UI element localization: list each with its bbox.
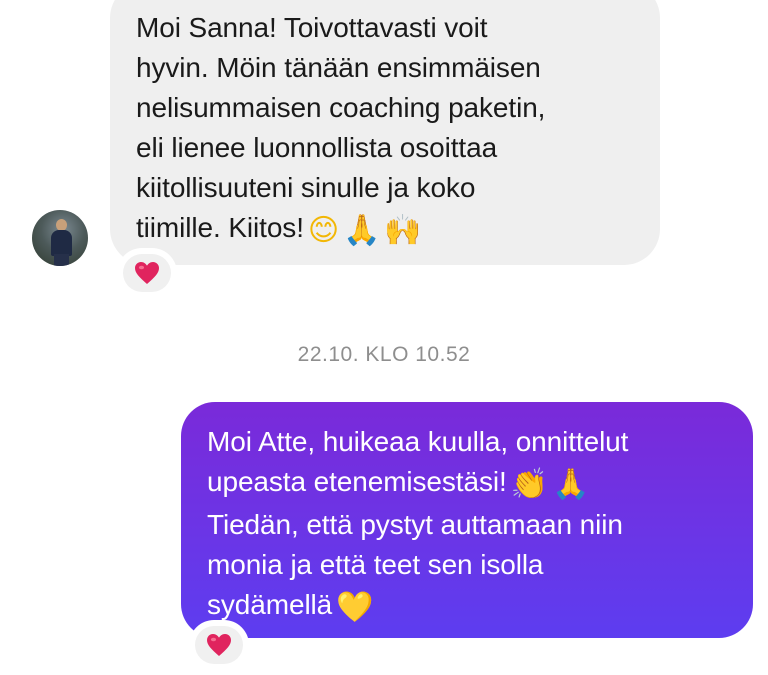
message-line: kiitollisuuteni sinulle ja koko: [136, 172, 476, 203]
outgoing-message-text: Moi Atte, huikeaa kuulla, onnittelut upe…: [207, 422, 737, 628]
incoming-message-text: Moi Sanna! Toivottavasti voit hyvin. Möi…: [136, 8, 640, 251]
message-timestamp: 22.10. KLO 10.52: [297, 343, 471, 366]
message-line: monia ja että teet sen isolla: [207, 549, 544, 580]
chat-screen: Moi Sanna! Toivottavasti voit hyvin. Möi…: [0, 0, 768, 675]
clapping-hands-emoji-icon: 👏: [510, 467, 548, 502]
reaction-pill: [123, 254, 171, 292]
sender-avatar[interactable]: [32, 210, 88, 266]
red-heart-icon: [207, 634, 231, 656]
folded-hands-emoji-icon: 🙏: [343, 213, 381, 248]
incoming-message-bubble[interactable]: Moi Sanna! Toivottavasti voit hyvin. Möi…: [110, 0, 660, 265]
message-line: Moi Sanna! Toivottavasti voit: [136, 12, 488, 43]
yellow-heart-emoji-icon: 💛: [336, 590, 374, 625]
message-line-text: sydämellä: [207, 589, 333, 620]
message-line: Moi Atte, huikeaa kuulla, onnittelut: [207, 426, 629, 457]
avatar-figure-body: [51, 230, 72, 256]
incoming-heart-reaction[interactable]: [120, 251, 174, 295]
raising-hands-emoji-icon: 🙌: [384, 213, 422, 248]
outgoing-heart-reaction[interactable]: [192, 623, 246, 667]
message-line: eli lienee luonnollista osoittaa: [136, 132, 498, 163]
folded-hands-emoji-icon: 🙏: [551, 467, 590, 502]
red-heart-icon: [135, 262, 159, 284]
message-line-text: upeasta etenemisestäsi!: [207, 466, 507, 497]
message-line-last: sydämellä 💛: [207, 585, 737, 628]
message-line-with-emoji: upeasta etenemisestäsi! 👏 🙏: [207, 462, 737, 505]
message-line-text: tiimille. Kiitos!: [136, 212, 304, 243]
message-line: Tiedän, että pystyt auttamaan niin: [207, 509, 623, 540]
message-line: nelisummaisen coaching paketin,: [136, 92, 546, 123]
message-line-last: tiimille. Kiitos! 😊 🙏 🙌: [136, 208, 640, 251]
reaction-pill: [195, 626, 243, 664]
message-line: hyvin. Möin tänään ensimmäisen: [136, 52, 541, 83]
smiling-face-emoji-icon: 😊: [307, 213, 340, 248]
outgoing-message-bubble[interactable]: Moi Atte, huikeaa kuulla, onnittelut upe…: [181, 402, 753, 638]
avatar-figure-legs: [54, 254, 69, 266]
